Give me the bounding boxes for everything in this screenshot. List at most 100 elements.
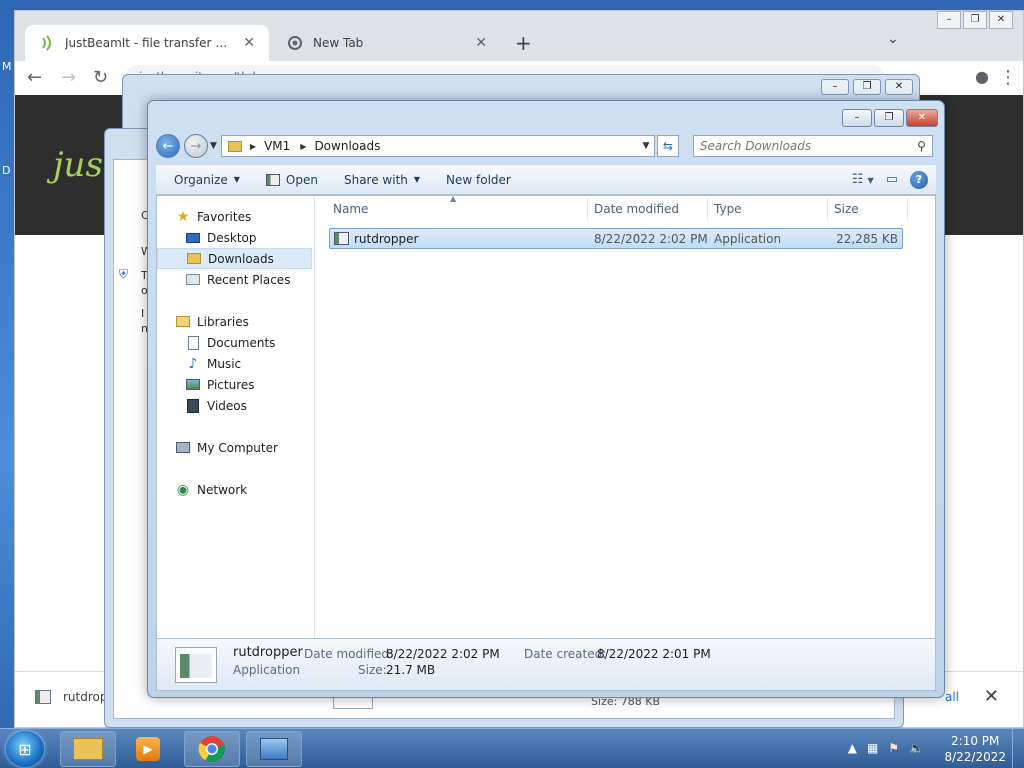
- new-folder-button[interactable]: New folder: [438, 169, 519, 191]
- reload-icon[interactable]: ↻: [93, 67, 108, 88]
- column-divider[interactable]: [907, 198, 908, 220]
- change-view-icon[interactable]: ☷ ▼: [852, 172, 874, 187]
- column-divider[interactable]: [827, 198, 828, 220]
- column-divider[interactable]: [587, 198, 588, 220]
- tray-expand-icon[interactable]: ▲: [848, 741, 857, 755]
- profile-avatar-icon[interactable]: ●: [975, 67, 989, 86]
- control-panel-icon: [260, 738, 288, 760]
- chrome-tabstrip: JustBeamIt - file transfer made e ✕ New …: [15, 11, 1023, 61]
- share-with-button[interactable]: Share with ▼: [336, 169, 428, 191]
- restore-icon[interactable]: ❐: [853, 79, 881, 95]
- nav-favorites[interactable]: ★ Favorites: [157, 206, 314, 227]
- show-all-link[interactable]: all: [945, 690, 959, 704]
- tab-close-icon[interactable]: ✕: [475, 35, 487, 51]
- nav-libraries[interactable]: Libraries: [157, 311, 314, 332]
- restore-icon[interactable]: ❐: [963, 11, 987, 29]
- minimize-icon[interactable]: –: [821, 79, 849, 95]
- column-size[interactable]: Size: [834, 202, 859, 216]
- desktop-fragment-m: M: [2, 60, 12, 73]
- back-arrow-icon[interactable]: ←: [27, 67, 42, 88]
- justbeamit-favicon-icon: [39, 35, 55, 51]
- tab-search-chevron-icon[interactable]: ⌄: [887, 31, 899, 47]
- nav-documents[interactable]: Documents: [157, 332, 314, 353]
- start-button[interactable]: ⊞: [6, 731, 44, 767]
- close-shelf-icon[interactable]: ✕: [984, 686, 999, 707]
- address-bar[interactable]: ▶ VM1 ▶ Downloads ▼: [220, 135, 655, 157]
- details-file-name: rutdropper: [233, 645, 303, 660]
- volume-icon[interactable]: 🔈: [909, 741, 924, 755]
- back-arrow-icon[interactable]: ←: [156, 134, 180, 158]
- network-tray-icon[interactable]: ▦: [867, 741, 878, 755]
- breadcrumb-downloads[interactable]: Downloads: [314, 139, 380, 153]
- breadcrumb-separator-icon[interactable]: ▶: [300, 142, 306, 151]
- nav-desktop[interactable]: Desktop: [157, 227, 314, 248]
- breadcrumb-vm1[interactable]: VM1: [264, 139, 290, 153]
- videos-film-icon: [185, 398, 201, 414]
- column-divider[interactable]: [707, 198, 708, 220]
- breadcrumb-separator-icon[interactable]: ▶: [250, 142, 256, 151]
- sort-ascending-icon: ▲: [450, 194, 457, 203]
- clock[interactable]: 2:10 PM 8/22/2022: [944, 733, 1006, 765]
- search-box: ⚲: [692, 135, 933, 157]
- forward-arrow-icon[interactable]: →: [61, 67, 76, 88]
- forward-arrow-icon[interactable]: →: [184, 134, 208, 158]
- search-icon[interactable]: ⚲: [917, 139, 926, 153]
- help-icon[interactable]: ?: [910, 170, 928, 189]
- nav-music[interactable]: ♪ Music: [157, 353, 314, 374]
- open-button[interactable]: Open: [258, 169, 326, 191]
- column-type[interactable]: Type: [714, 202, 742, 216]
- explorer-window-controls: – ❐ ✕: [842, 109, 938, 127]
- nav-downloads[interactable]: Downloads: [157, 248, 312, 269]
- nav-label: Network: [197, 482, 248, 497]
- application-file-icon: [334, 232, 349, 245]
- file-size: 22,285 KB: [836, 232, 898, 246]
- nav-label: Documents: [207, 335, 276, 350]
- search-input[interactable]: [699, 139, 918, 153]
- computer-icon: [175, 440, 191, 456]
- nav-my-computer[interactable]: My Computer: [157, 437, 314, 458]
- tab-new-tab[interactable]: New Tab ✕: [273, 25, 501, 61]
- address-dropdown-icon[interactable]: ▼: [638, 141, 654, 151]
- nav-videos[interactable]: Videos: [157, 395, 314, 416]
- preview-pane-icon[interactable]: ▭: [886, 172, 898, 187]
- chrome-logo-icon: [198, 736, 225, 763]
- taskbar-control-panel-button[interactable]: [246, 731, 302, 767]
- tab-close-icon[interactable]: ✕: [243, 35, 255, 51]
- pictures-icon: [185, 377, 201, 393]
- close-icon[interactable]: ✕: [989, 11, 1013, 29]
- recent-pages-chevron-icon[interactable]: ▼: [210, 141, 217, 151]
- menu-kebab-icon[interactable]: ⋮: [999, 67, 1017, 88]
- nav-recent-places[interactable]: Recent Places: [157, 269, 314, 290]
- minimize-icon[interactable]: –: [842, 109, 872, 127]
- nav-pictures[interactable]: Pictures: [157, 374, 314, 395]
- details-size: 21.7 MB: [386, 663, 436, 677]
- taskbar-explorer-button[interactable]: [60, 731, 116, 767]
- new-folder-label: New folder: [446, 172, 511, 187]
- open-icon: [265, 173, 280, 186]
- shield-icon: ⛨: [119, 267, 129, 281]
- taskbar-media-player-button[interactable]: ▶: [120, 731, 176, 767]
- new-tab-plus-icon[interactable]: +: [515, 31, 532, 55]
- restore-icon[interactable]: ❐: [874, 109, 904, 127]
- chrome-window-controls: – ❐ ✕: [937, 11, 1013, 29]
- desktop-icon: [185, 230, 201, 246]
- action-center-flag-icon[interactable]: ⚑: [888, 741, 899, 755]
- close-icon[interactable]: ✕: [885, 79, 913, 95]
- column-name[interactable]: Name: [333, 202, 368, 216]
- tab-justbeamit[interactable]: JustBeamIt - file transfer made e ✕: [25, 25, 269, 61]
- show-desktop-button[interactable]: [1012, 729, 1024, 768]
- table-row[interactable]: rutdropper 8/22/2022 2:02 PM Application…: [329, 228, 903, 249]
- address-row: ← → ▼ ▶ VM1 ▶ Downloads ▼ ⇆ ⚲: [156, 131, 936, 161]
- explorer-window: – ❐ ✕ ← → ▼ ▶ VM1 ▶ Downloads ▼ ⇆ ⚲ Orga…: [147, 100, 945, 698]
- column-date-modified[interactable]: Date modified: [594, 202, 679, 216]
- organize-button[interactable]: Organize ▼: [166, 169, 248, 191]
- nav-network[interactable]: ◉ Network: [157, 479, 314, 500]
- chevron-down-icon: ▼: [413, 175, 421, 184]
- column-headers: ▲ Name Date modified Type Size: [315, 194, 935, 222]
- download-item[interactable]: rutdrop: [35, 690, 108, 704]
- refresh-icon[interactable]: ⇆: [656, 135, 679, 157]
- minimize-icon[interactable]: –: [937, 11, 961, 29]
- taskbar-chrome-button[interactable]: [184, 731, 240, 767]
- tab-title: JustBeamIt - file transfer made e: [65, 36, 237, 50]
- close-icon[interactable]: ✕: [906, 109, 938, 127]
